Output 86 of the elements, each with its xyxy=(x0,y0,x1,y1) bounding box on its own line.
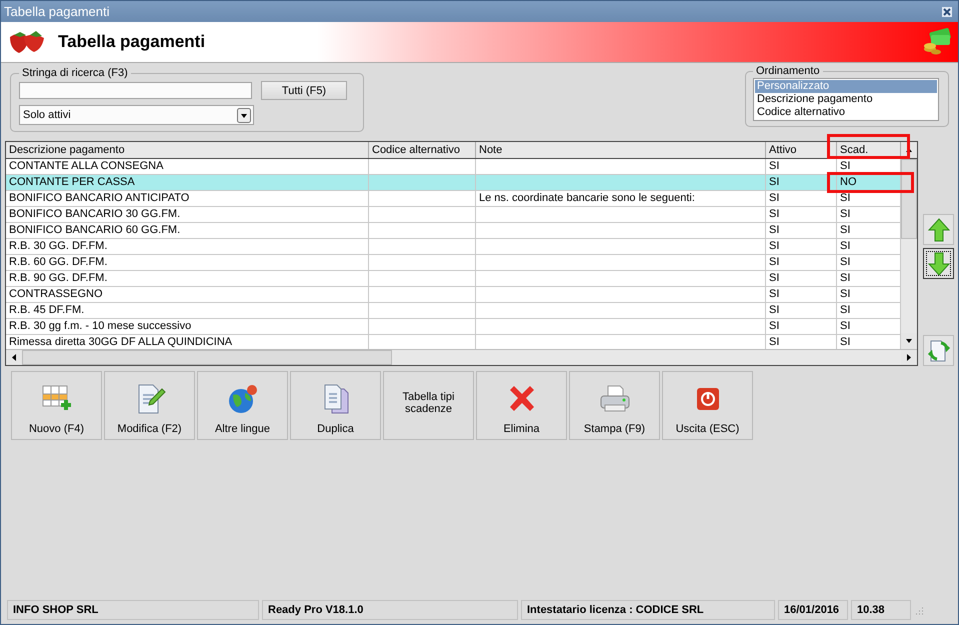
table-cell: SI xyxy=(769,176,780,188)
table-cell: BONIFICO BANCARIO ANTICIPATO xyxy=(9,192,190,204)
money-icon xyxy=(922,27,952,57)
group-label: Stringa di ricerca (F3) xyxy=(21,67,129,79)
table-cell: SI xyxy=(840,320,850,332)
scrollbar-thumb[interactable] xyxy=(901,159,917,239)
table-cell: SI xyxy=(840,304,850,316)
table-cell: SI xyxy=(840,224,850,236)
table-cell: SI xyxy=(840,240,850,252)
toolbar-button[interactable]: Uscita (ESC) xyxy=(662,371,753,440)
table-row[interactable]: R.B. 30 GG. DF.FM. SI SI xyxy=(6,239,901,255)
table-cell: SI xyxy=(769,240,780,252)
table-cell: SI xyxy=(840,160,850,172)
refresh-button[interactable] xyxy=(923,335,954,366)
toolbar-button[interactable]: Elimina xyxy=(476,371,567,440)
status-panel: 10.38 xyxy=(851,600,911,620)
column-header[interactable]: Descrizione pagamento xyxy=(6,142,369,158)
search-field[interactable] xyxy=(19,82,252,99)
table-cell: BONIFICO BANCARIO 30 GG.FM. xyxy=(9,208,180,220)
table-cell: CONTANTE ALLA CONSEGNA xyxy=(9,160,164,172)
toolbar-button[interactable]: Stampa (F9) xyxy=(569,371,660,440)
down-arrow-icon xyxy=(928,252,950,276)
page-title: Tabella pagamenti xyxy=(58,32,206,52)
move-down-button[interactable] xyxy=(923,248,954,279)
table-cell: R.B. 30 gg f.m. - 10 mese successivo xyxy=(9,320,192,332)
table-row[interactable]: BONIFICO BANCARIO ANTICIPATO Le ns. coordinate bancarie sono le seguenti: SI SI xyxy=(6,191,901,207)
table-cell: SI xyxy=(840,192,850,204)
resize-grip-icon xyxy=(914,605,924,615)
filter-dropdown[interactable]: Solo attivi xyxy=(19,105,254,125)
table-cell: SI xyxy=(769,160,780,172)
toolbar-button[interactable]: Nuovo (F4) xyxy=(11,371,102,440)
ordering-option[interactable]: Descrizione pagamento xyxy=(755,93,937,106)
table-cell: SI xyxy=(769,304,780,316)
horizontal-scrollbar[interactable] xyxy=(6,349,917,365)
table-cell: R.B. 90 GG. DF.FM. xyxy=(9,272,108,284)
table-cell: SI xyxy=(769,208,780,220)
close-icon[interactable] xyxy=(942,6,952,16)
toolbar-button[interactable]: Modifica (F2) xyxy=(104,371,195,440)
show-all-button[interactable]: Tutti (F5) xyxy=(261,81,347,100)
table-cell: R.B. 45 DF.FM. xyxy=(9,304,84,316)
table-row[interactable]: BONIFICO BANCARIO 30 GG.FM. SI SI xyxy=(6,207,901,223)
table-cell: SI xyxy=(840,336,850,348)
table-cell: CONTANTE PER CASSA xyxy=(9,176,135,188)
table-cell: CONTRASSEGNO xyxy=(9,288,103,300)
column-header[interactable]: Attivo xyxy=(766,142,837,158)
table-row[interactable]: R.B. 60 GG. DF.FM. SI SI xyxy=(6,255,901,271)
table-cell: BONIFICO BANCARIO 60 GG.FM. xyxy=(9,224,180,236)
table-cell: SI xyxy=(769,192,780,204)
table-row[interactable]: R.B. 90 GG. DF.FM. SI SI xyxy=(6,271,901,287)
group-label: Ordinamento xyxy=(755,65,821,77)
toolbar-button[interactable]: Tabella tipi scadenze xyxy=(383,371,474,440)
column-header[interactable]: Codice alternativo xyxy=(369,142,476,158)
status-panel: Intestatario licenza : CODICE SRL xyxy=(521,600,775,620)
table-cell: SI xyxy=(840,288,850,300)
table-cell: R.B. 60 GG. DF.FM. xyxy=(9,256,108,268)
table-cell: SI xyxy=(769,272,780,284)
toolbar-button[interactable]: Altre lingue xyxy=(197,371,288,440)
toolbar-button[interactable]: Duplica xyxy=(290,371,381,440)
ordering-option[interactable]: Codice alternativo xyxy=(755,106,937,119)
table-cell: SI xyxy=(840,272,850,284)
document-refresh-icon xyxy=(926,338,950,362)
table-row[interactable]: CONTANTE PER CASSA SI NO xyxy=(6,175,901,191)
status-panel: INFO SHOP SRL xyxy=(7,600,259,620)
table-cell: SI xyxy=(769,288,780,300)
status-panel: Ready Pro V18.1.0 xyxy=(262,600,518,620)
table-cell: R.B. 30 GG. DF.FM. xyxy=(9,240,108,252)
globe-icon xyxy=(226,383,258,415)
column-header[interactable]: Note xyxy=(476,142,766,158)
table-cell: Le ns. coordinate bancarie sono le seguenti: xyxy=(479,192,695,204)
table-cell: NO xyxy=(840,176,856,188)
strawberry-icon xyxy=(8,29,46,55)
table-cell: SI xyxy=(840,256,850,268)
scrollbar-thumb[interactable] xyxy=(22,350,392,365)
table-cell: SI xyxy=(769,320,780,332)
status-panel: 16/01/2016 xyxy=(778,600,848,620)
table-row[interactable]: BONIFICO BANCARIO 60 GG.FM. SI SI xyxy=(6,223,901,239)
window-title: Tabella pagamenti xyxy=(4,4,110,19)
table-row[interactable]: CONTRASSEGNO SI SI xyxy=(6,287,901,303)
table-cell: SI xyxy=(769,256,780,268)
table-row[interactable]: R.B. 30 gg f.m. - 10 mese successivo SI SI xyxy=(6,319,901,335)
table-cell: SI xyxy=(840,208,850,220)
table-cell: SI xyxy=(769,224,780,236)
table-cell: SI xyxy=(769,336,780,348)
table-row[interactable]: R.B. 45 DF.FM. SI SI xyxy=(6,303,901,319)
up-arrow-icon xyxy=(928,218,950,242)
table-cell: Rimessa diretta 30GG DF ALLA QUINDICINA xyxy=(9,336,232,348)
